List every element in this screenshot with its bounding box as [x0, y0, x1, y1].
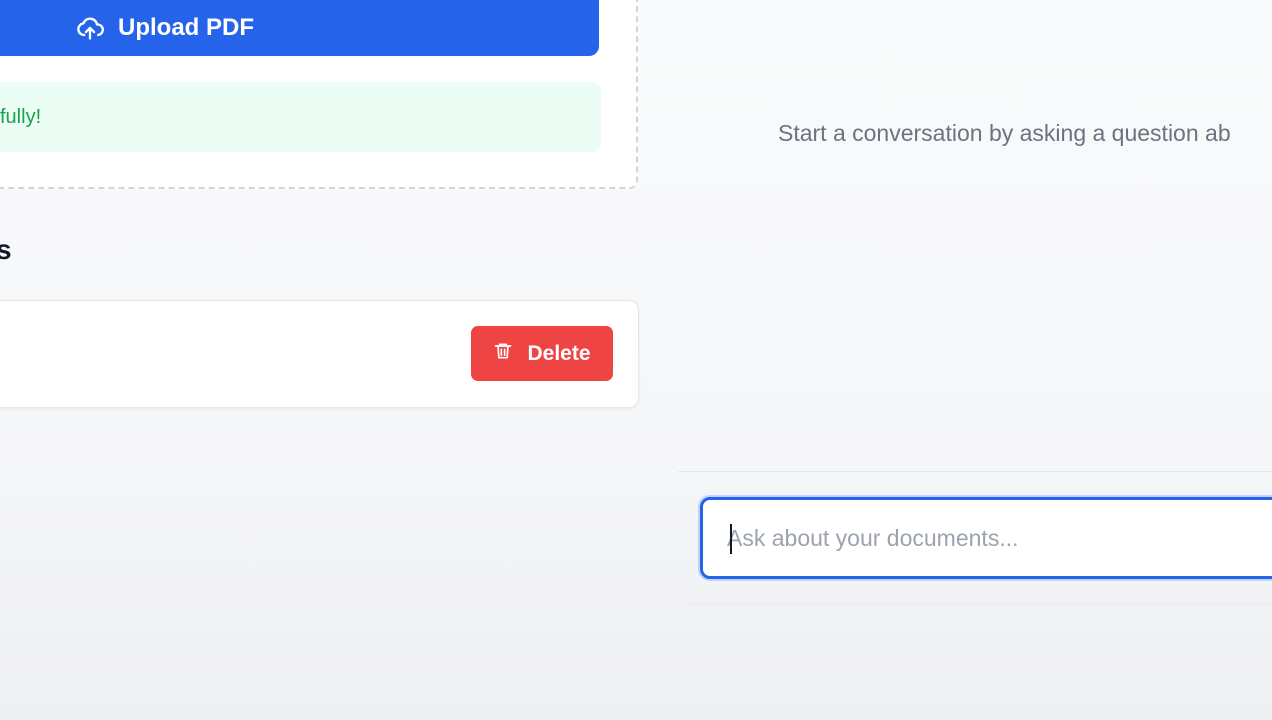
delete-document-button[interactable]: Delete [471, 326, 613, 381]
upload-success-message: fully! [0, 82, 601, 152]
trash-icon [493, 340, 513, 368]
chat-empty-state: Start a conversation by asking a questio… [778, 120, 1231, 146]
upload-pdf-label: Upload PDF [118, 14, 254, 41]
upload-pdf-button[interactable]: Upload PDF [0, 0, 599, 56]
chat-footer-divider [684, 603, 1272, 604]
text-caret [730, 524, 732, 554]
success-message-text: fully! [0, 105, 42, 128]
delete-label: Delete [527, 341, 591, 365]
cloud-upload-icon [76, 13, 104, 43]
chat-input-container[interactable] [700, 497, 1272, 579]
chat-question-input[interactable] [727, 500, 1272, 576]
app-page: Upload PDF fully! s Delete Start a conve… [0, 0, 1272, 720]
chat-divider [678, 471, 1272, 472]
documents-heading: s [0, 234, 12, 265]
